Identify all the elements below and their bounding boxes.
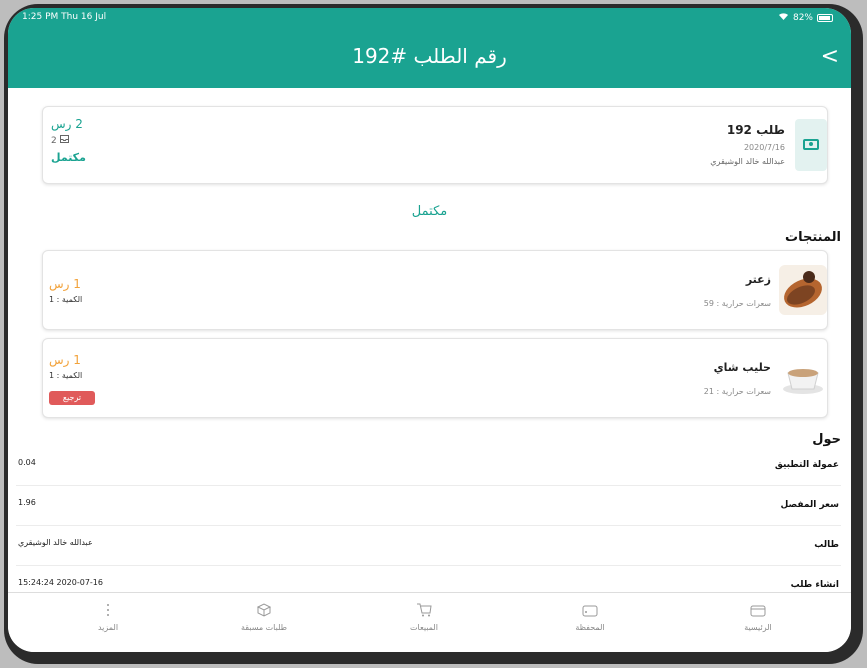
product-calories: سعرات حرارية : 59 — [703, 299, 771, 308]
tab-more[interactable]: المزيد — [48, 603, 168, 632]
row-label: عمولة التطبيق — [774, 460, 839, 470]
tab-label: الرئيسية — [744, 623, 772, 632]
battery-icon — [817, 14, 833, 22]
product-price: 1 رس — [49, 277, 81, 291]
cart-icon — [415, 603, 433, 619]
inbox-icon — [59, 135, 69, 146]
about-row-commission: عمولة التطبيق 0.04 — [16, 446, 841, 486]
row-value: عبدالله خالد الوشيقري — [18, 538, 93, 547]
tab-wallet[interactable]: المحفظة — [530, 603, 650, 632]
product-quantity: الكمية : 1 — [49, 371, 83, 380]
back-chevron-icon[interactable]: < — [821, 44, 839, 69]
order-items-count: 2 — [51, 135, 69, 146]
order-date: 2020/7/16 — [743, 143, 785, 152]
money-icon — [795, 119, 827, 171]
more-icon — [99, 603, 117, 619]
zaatar-pastry-image — [779, 265, 827, 315]
about-row-created: انشاء طلب 2020-07-16 15:24:24 — [16, 566, 841, 592]
tab-preorders[interactable]: طلبات مسبقة — [204, 603, 324, 632]
refund-button[interactable]: ترجيع — [49, 391, 95, 405]
wallet-icon — [581, 603, 599, 619]
product-price: 1 رس — [49, 353, 81, 367]
header-bar: 1:25 PM Thu 16 Jul 82% رقم الطلب #192 < — [8, 8, 851, 88]
row-label: سعر المفصل — [780, 500, 839, 510]
screen: 1:25 PM Thu 16 Jul 82% رقم الطلب #192 < … — [8, 8, 851, 652]
product-card-zaatar[interactable]: زعتر سعرات حرارية : 59 1 رس الكمية : 1 — [42, 250, 828, 330]
order-status-label: مكتمل — [411, 204, 448, 219]
tab-sales[interactable]: المبيعات — [364, 603, 484, 632]
product-name: حليب شاي — [713, 361, 771, 374]
about-row-price: سعر المفصل 1.96 — [16, 486, 841, 526]
product-card-tea-milk[interactable]: حليب شاي سعرات حرارية : 21 1 رس الكمية :… — [42, 338, 828, 418]
order-count-value: 2 — [51, 135, 57, 146]
order-name: طلب 192 — [726, 123, 785, 137]
tab-home[interactable]: الرئيسية — [698, 603, 818, 632]
status-indicators: 82% — [778, 12, 833, 24]
tab-label: المبيعات — [410, 623, 438, 632]
row-value: 0.04 — [18, 458, 36, 467]
page-title: رقم الطلب #192 — [352, 44, 507, 68]
status-bar: 1:25 PM Thu 16 Jul 82% — [8, 8, 851, 30]
product-name: زعتر — [745, 273, 771, 286]
product-calories: سعرات حرارية : 21 — [703, 387, 771, 396]
products-section-title: المنتجات — [785, 230, 841, 245]
row-label: انشاء طلب — [790, 580, 839, 590]
bottom-tab-bar: الرئيسية المحفظة المبيعات طلبات مسبقة ال… — [8, 592, 851, 652]
tea-cup-image — [779, 353, 827, 403]
status-time: 1:25 PM Thu 16 Jul — [22, 12, 107, 22]
row-label: طالب — [814, 540, 839, 550]
order-summary-card[interactable]: طلب 192 2020/7/16 عبدالله خالد الوشيقري … — [42, 106, 828, 184]
row-value: 2020-07-16 15:24:24 — [18, 578, 103, 587]
tab-label: طلبات مسبقة — [240, 623, 288, 632]
row-value: 1.96 — [18, 498, 36, 507]
order-customer: عبدالله خالد الوشيقري — [710, 157, 785, 166]
wifi-icon — [778, 12, 789, 24]
order-status-badge: مكتمل — [51, 151, 86, 164]
box-icon — [255, 603, 273, 619]
order-details-content[interactable]: طلب 192 2020/7/16 عبدالله خالد الوشيقري … — [8, 88, 851, 592]
product-quantity: الكمية : 1 — [49, 295, 83, 304]
about-row-requester: طالب عبدالله خالد الوشيقري — [16, 526, 841, 566]
about-section-title: حول — [812, 432, 841, 447]
tab-label: المزيد — [97, 623, 119, 632]
order-price: 2 رس — [51, 117, 83, 131]
home-icon — [749, 603, 767, 619]
battery-percent: 82% — [792, 13, 813, 23]
tab-label: المحفظة — [575, 623, 605, 632]
